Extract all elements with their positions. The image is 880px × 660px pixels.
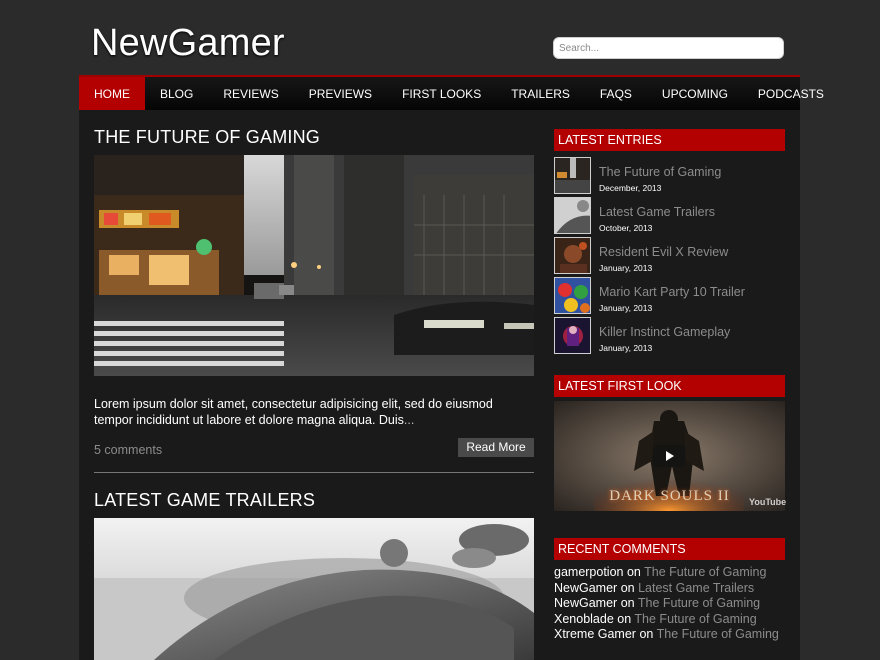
- comment-post-link[interactable]: The Future of Gaming: [657, 627, 779, 641]
- latest-entry[interactable]: Killer Instinct Gameplay January, 2013: [554, 317, 785, 355]
- nav-item-upcoming[interactable]: UPCOMING: [647, 77, 743, 110]
- nav-item-faqs[interactable]: FAQS: [585, 77, 647, 110]
- comment-item: gamerpotion on The Future of Gaming: [554, 565, 794, 581]
- latest-entry[interactable]: Resident Evil X Review January, 2013: [554, 237, 785, 275]
- post-title[interactable]: THE FUTURE OF GAMING: [94, 127, 320, 148]
- comment-author[interactable]: Xenoblade: [554, 612, 614, 626]
- on-word: on: [620, 596, 635, 610]
- nav-item-previews[interactable]: PREVIEWS: [294, 77, 387, 110]
- entry-title[interactable]: Resident Evil X Review: [599, 245, 728, 259]
- comment-author[interactable]: gamerpotion: [554, 565, 624, 579]
- nav-item-trailers[interactable]: TRAILERS: [496, 77, 585, 110]
- comments-count-link[interactable]: 5 comments: [94, 443, 162, 457]
- comment-item: Xenoblade on The Future of Gaming: [554, 612, 794, 628]
- on-word: on: [626, 565, 641, 579]
- comment-post-link[interactable]: Latest Game Trailers: [638, 581, 754, 595]
- comment-item: Xtreme Gamer on The Future of Gaming: [554, 627, 794, 643]
- comment-post-link[interactable]: The Future of Gaming: [644, 565, 766, 579]
- widget-title-latest-entries: LATEST ENTRIES: [554, 129, 785, 151]
- entry-thumbnail[interactable]: [554, 237, 591, 274]
- play-icon: [666, 451, 674, 461]
- comment-item: NewGamer on The Future of Gaming: [554, 596, 794, 612]
- comment-item: NewGamer on Latest Game Trailers: [554, 581, 794, 597]
- latest-entry[interactable]: The Future of Gaming December, 2013: [554, 157, 785, 195]
- recent-comments-list: gamerpotion on The Future of Gaming NewG…: [554, 565, 794, 643]
- entry-date: January, 2013: [599, 343, 653, 353]
- read-more-button[interactable]: Read More: [458, 438, 534, 457]
- search-input[interactable]: [553, 37, 784, 59]
- comment-author[interactable]: NewGamer: [554, 581, 617, 595]
- comment-post-link[interactable]: The Future of Gaming: [638, 596, 760, 610]
- on-word: on: [620, 580, 635, 595]
- comment-post-link[interactable]: The Future of Gaming: [634, 612, 756, 626]
- excerpt-ellipsis[interactable]: ...: [404, 413, 414, 427]
- entry-thumbnail[interactable]: [554, 277, 591, 314]
- entry-date: October, 2013: [599, 223, 653, 233]
- entry-date: January, 2013: [599, 263, 653, 273]
- site-title[interactable]: NewGamer: [91, 22, 285, 65]
- nav-item-reviews[interactable]: REVIEWS: [208, 77, 293, 110]
- entry-thumbnail[interactable]: [554, 317, 591, 354]
- nav-item-blog[interactable]: BLOG: [145, 77, 208, 110]
- widget-title-recent-comments: RECENT COMMENTS: [554, 538, 785, 560]
- post-excerpt: Lorem ipsum dolor sit amet, consectetur …: [94, 397, 493, 427]
- play-button[interactable]: [653, 445, 685, 467]
- post-image-skateboard[interactable]: [94, 518, 534, 660]
- latest-entry[interactable]: Latest Game Trailers October, 2013: [554, 197, 785, 235]
- entry-thumbnail[interactable]: [554, 157, 591, 194]
- nav-item-first-looks[interactable]: FIRST LOOKS: [387, 77, 496, 110]
- entry-date: December, 2013: [599, 183, 662, 193]
- on-word: on: [617, 611, 632, 626]
- post-title-2[interactable]: LATEST GAME TRAILERS: [94, 490, 315, 511]
- main-nav: HOME BLOG REVIEWS PREVIEWS FIRST LOOKS T…: [79, 75, 824, 110]
- comment-author[interactable]: NewGamer: [554, 596, 617, 610]
- post-divider: [94, 472, 534, 473]
- post-image-city-street[interactable]: [94, 155, 534, 376]
- comment-author[interactable]: Xtreme Gamer: [554, 627, 636, 641]
- nav-item-home[interactable]: HOME: [79, 77, 145, 110]
- entry-title[interactable]: Latest Game Trailers: [599, 205, 715, 219]
- latest-entry[interactable]: Mario Kart Party 10 Trailer January, 201…: [554, 277, 785, 315]
- nav-item-podcasts[interactable]: PODCASTS: [743, 77, 839, 110]
- entry-thumbnail[interactable]: [554, 197, 591, 234]
- entry-title[interactable]: Mario Kart Party 10 Trailer: [599, 285, 745, 299]
- youtube-logo[interactable]: YouTube: [749, 497, 786, 507]
- entry-date: January, 2013: [599, 303, 653, 313]
- on-word: on: [639, 627, 654, 641]
- entry-title[interactable]: Killer Instinct Gameplay: [599, 325, 730, 339]
- widget-title-latest-first-look: LATEST FIRST LOOK: [554, 375, 785, 397]
- entry-title[interactable]: The Future of Gaming: [599, 165, 721, 179]
